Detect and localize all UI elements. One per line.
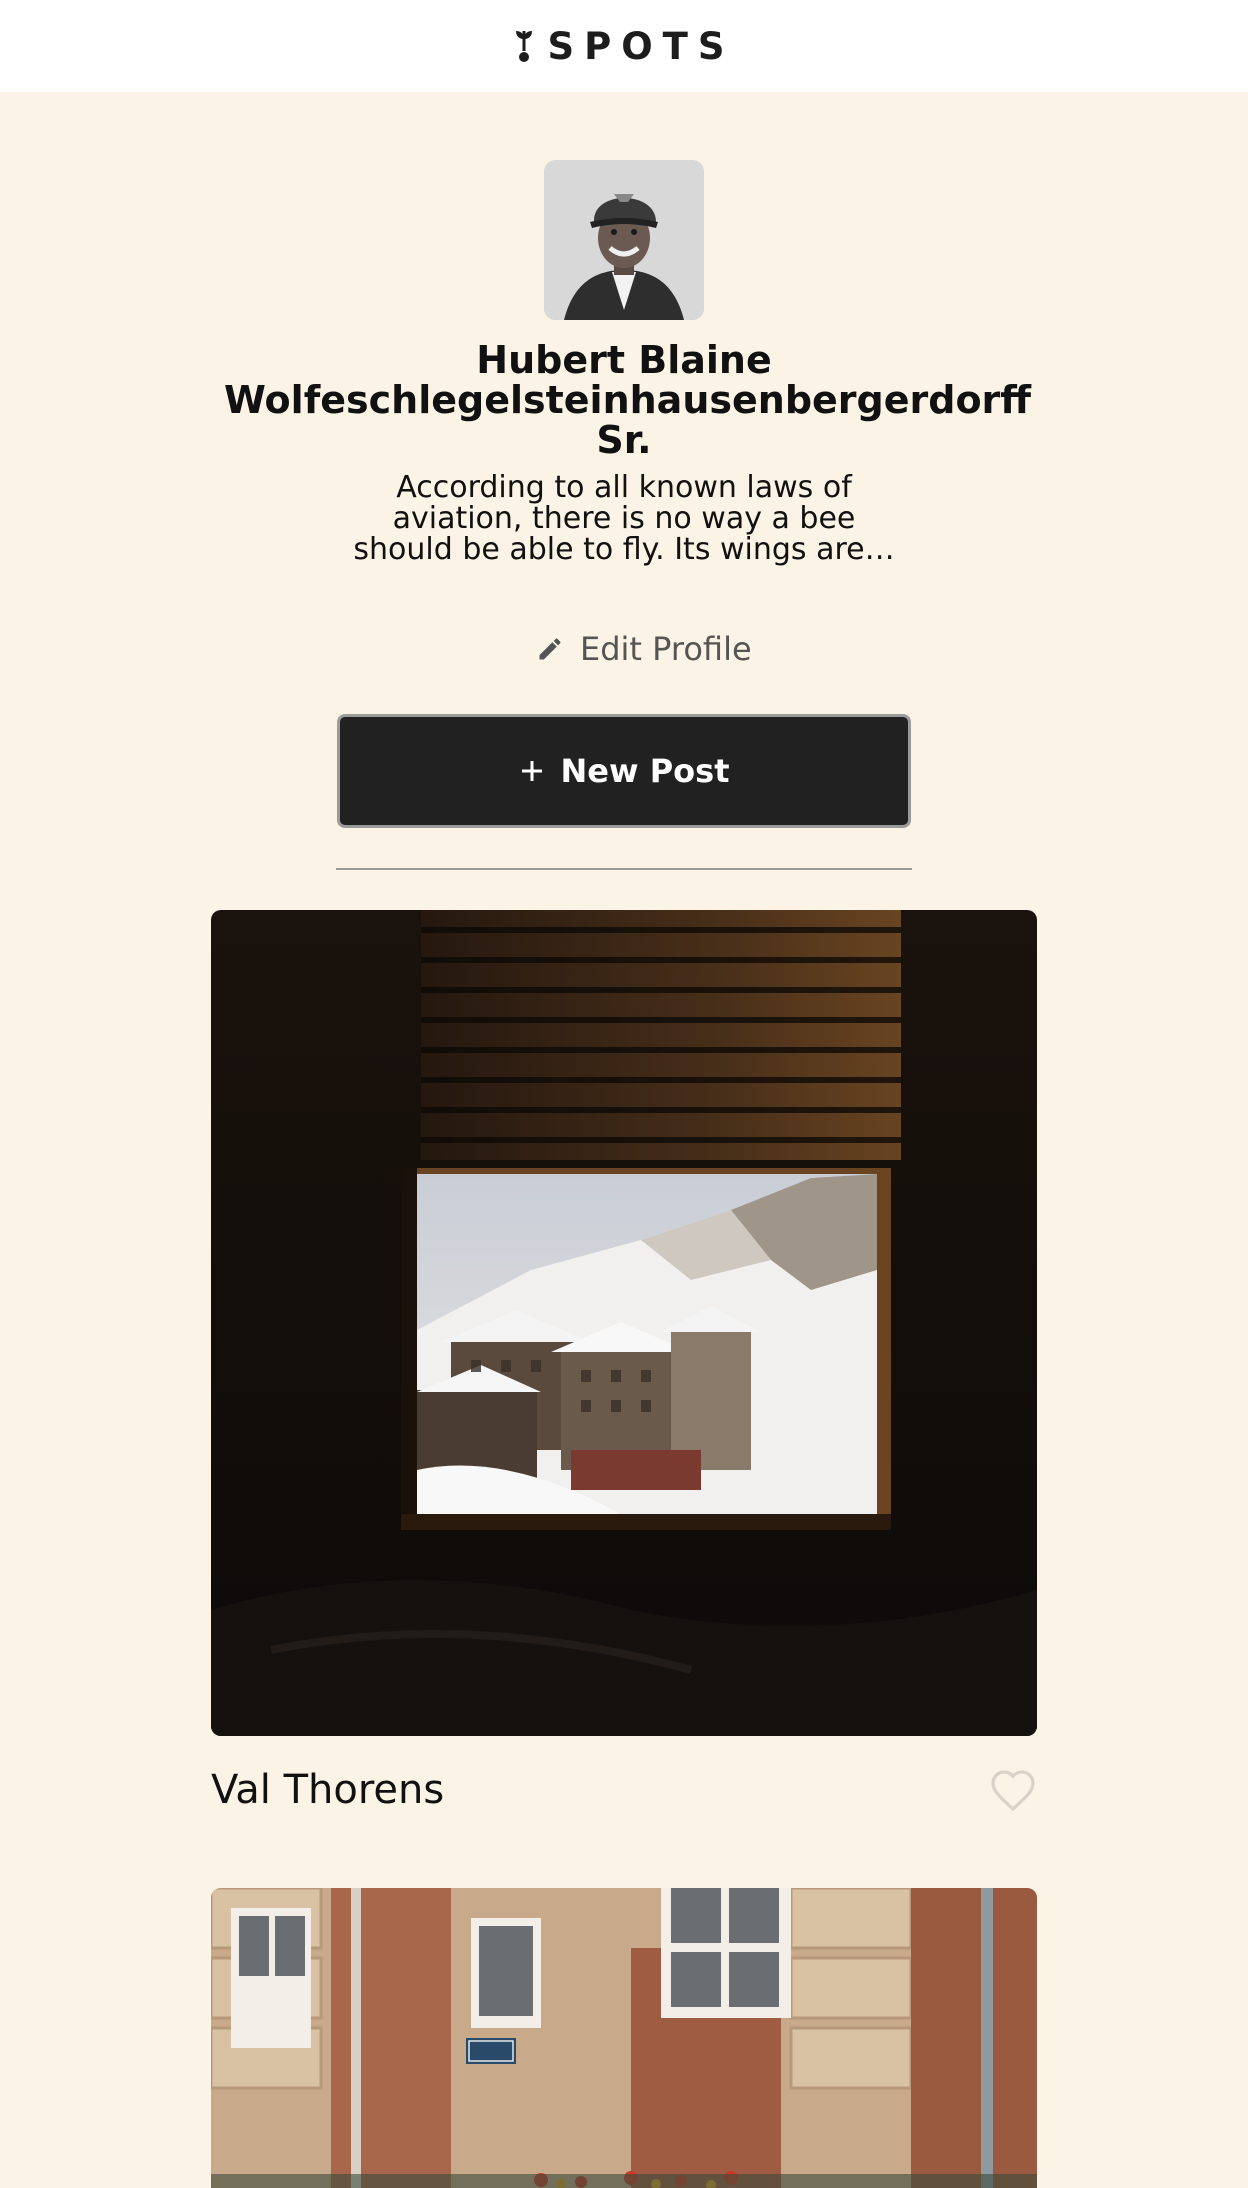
profile-bio: According to all known laws of aviation,… — [353, 470, 895, 567]
post-card: Val Thorens — [211, 910, 1037, 1820]
logo-text: SPOTS — [547, 24, 735, 68]
heart-icon — [989, 1768, 1037, 1812]
new-post-label: New Post — [560, 752, 730, 790]
post-image[interactable] — [211, 1888, 1037, 2188]
top-header: SPOTS — [0, 0, 1248, 92]
edit-profile-label: Edit Profile — [580, 630, 752, 668]
spots-logo[interactable]: SPOTS — [513, 25, 734, 68]
post-footer: Val Thorens — [211, 1760, 1037, 1820]
avatar-photo — [544, 160, 704, 320]
avatar — [544, 160, 704, 320]
profile-name: Hubert Blaine Wolfeschlegelsteinhausenbe… — [224, 338, 1032, 462]
sprout-icon — [513, 29, 535, 63]
plus-icon — [519, 758, 545, 784]
profile-section: Hubert Blaine Wolfeschlegelsteinhausenbe… — [0, 92, 1248, 565]
pencil-icon — [536, 635, 564, 663]
edit-profile-button[interactable]: Edit Profile — [536, 630, 752, 668]
post-card — [211, 1888, 1037, 2188]
post-title: Val Thorens — [211, 1767, 445, 1813]
new-post-button[interactable]: New Post — [337, 714, 911, 828]
like-button[interactable] — [989, 1768, 1037, 1812]
section-divider — [336, 868, 912, 870]
post-image[interactable] — [211, 910, 1037, 1736]
